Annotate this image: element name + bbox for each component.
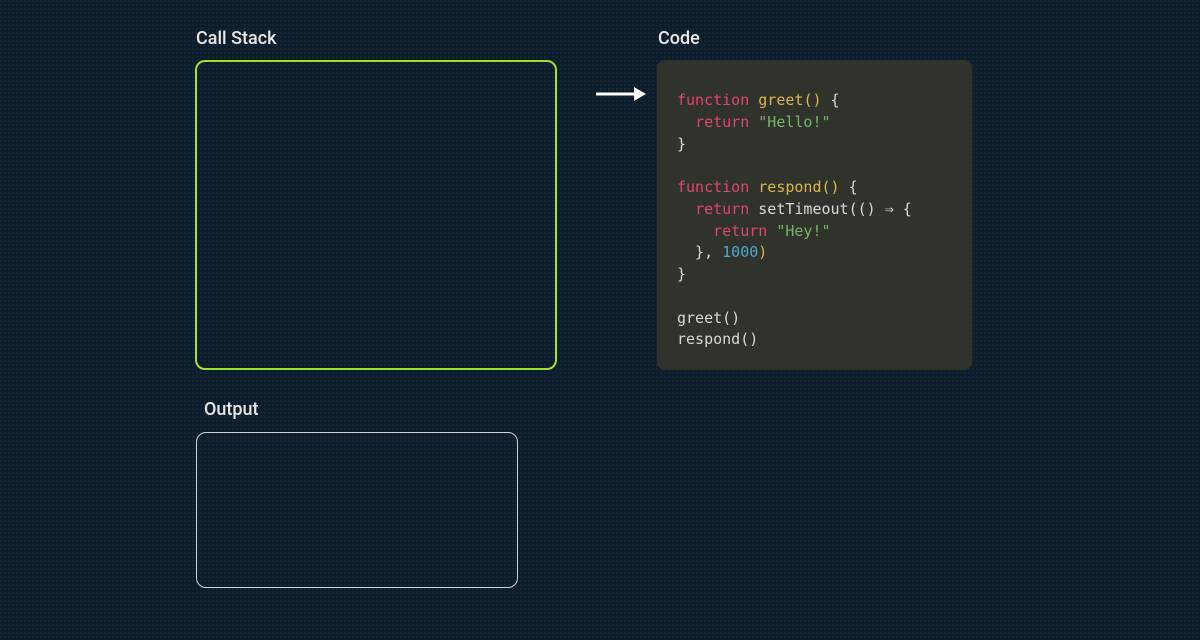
code-content: function greet() { return "Hello!" } fun… bbox=[677, 90, 952, 351]
call-stack-box bbox=[195, 60, 557, 370]
code-label: Code bbox=[658, 28, 700, 49]
arrow-icon bbox=[594, 84, 646, 104]
code-box: function greet() { return "Hello!" } fun… bbox=[657, 60, 972, 370]
call-stack-label: Call Stack bbox=[196, 28, 276, 49]
output-box bbox=[196, 432, 518, 588]
output-label: Output bbox=[204, 399, 259, 420]
